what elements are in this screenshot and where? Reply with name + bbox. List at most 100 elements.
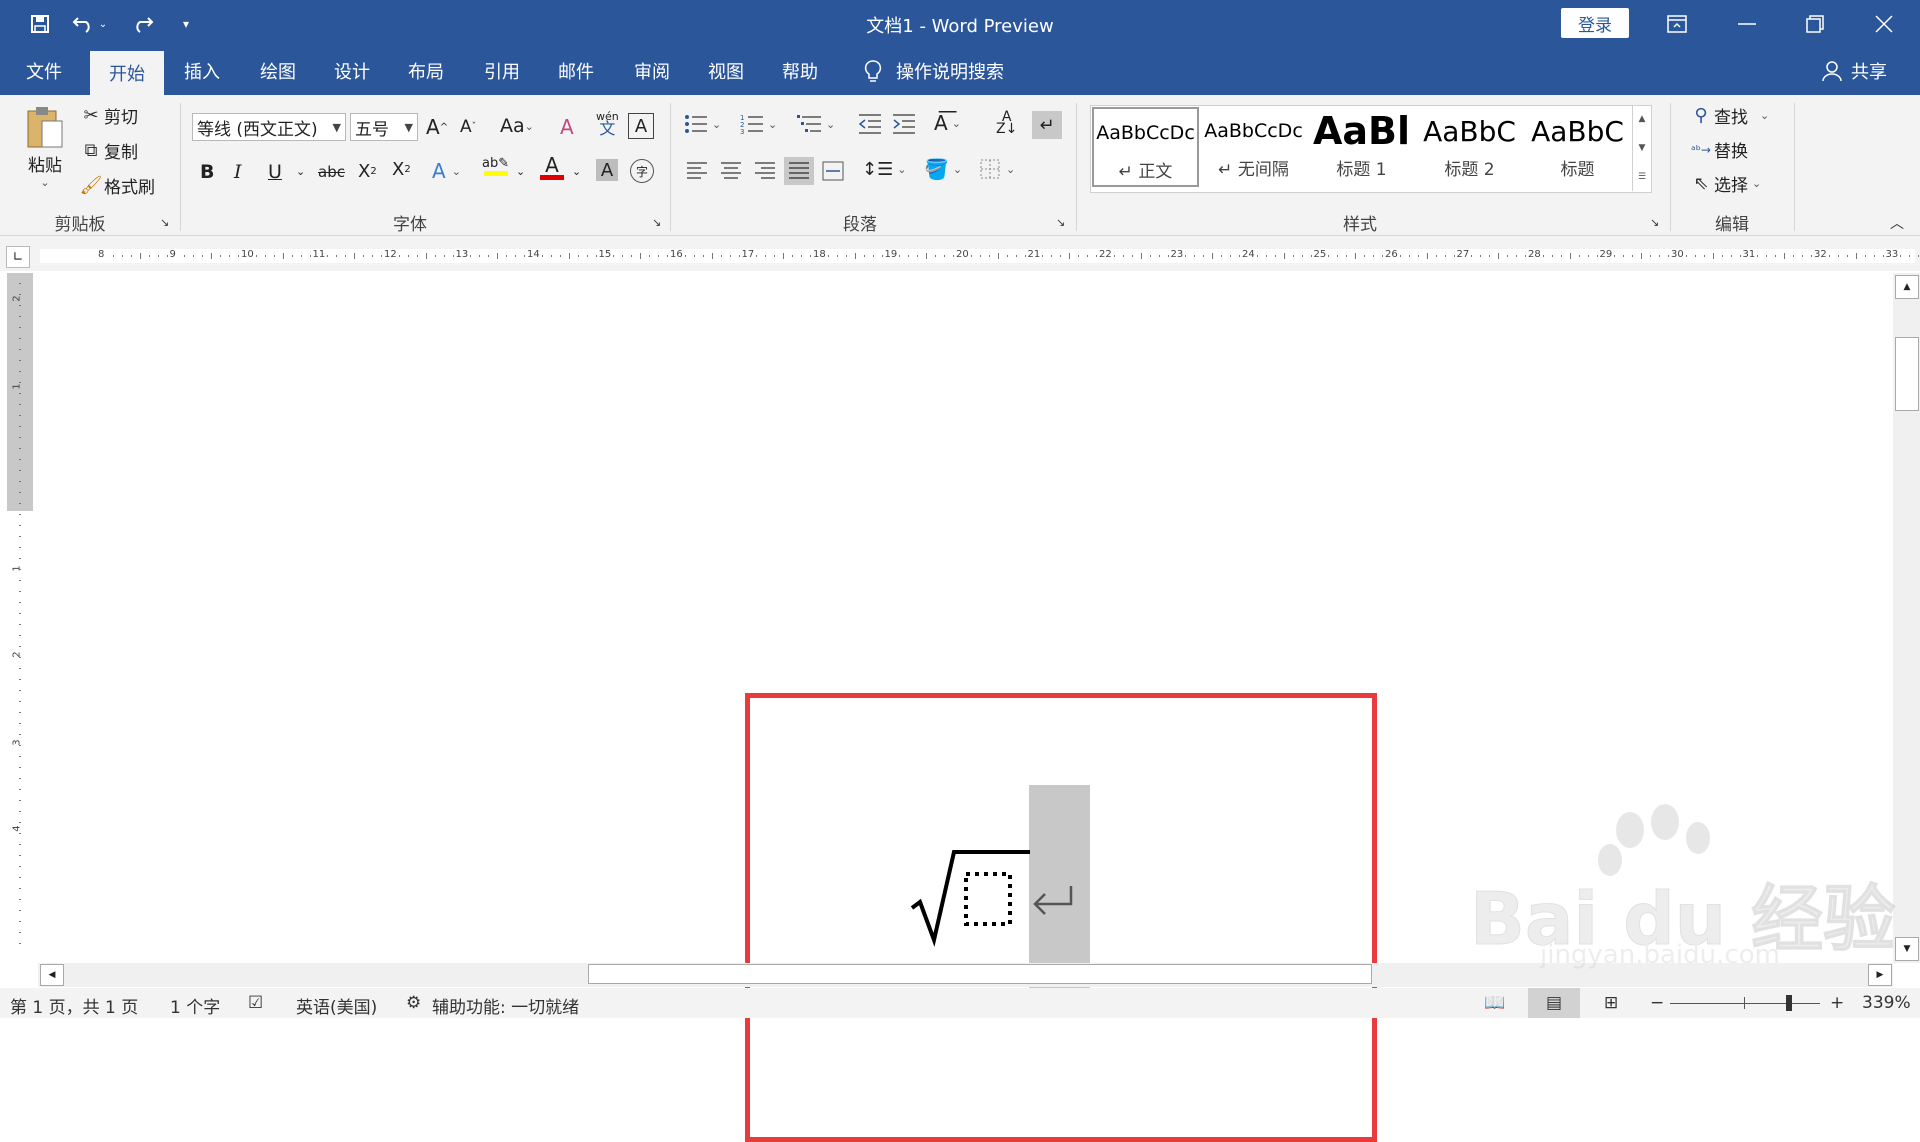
scroll-up-icon[interactable]: ▲ bbox=[1639, 114, 1646, 124]
print-layout-icon[interactable]: ▤ bbox=[1528, 988, 1580, 1018]
word-count[interactable]: 1 个字 bbox=[170, 993, 220, 1018]
format-painter-button[interactable]: 🖌 格式刷 bbox=[78, 173, 155, 198]
italic-icon[interactable]: I bbox=[234, 161, 242, 183]
tab-help[interactable]: 帮助 bbox=[764, 47, 836, 95]
strikethrough-icon[interactable]: abc bbox=[318, 163, 345, 181]
change-case-button[interactable]: Aa ⌄ bbox=[500, 115, 534, 137]
sort-icon[interactable]: A Z↓ bbox=[996, 110, 1017, 136]
align-center-icon[interactable] bbox=[720, 161, 742, 181]
phonetic-guide-icon[interactable]: wén 文 bbox=[596, 111, 619, 137]
login-button[interactable]: 登录 bbox=[1561, 8, 1629, 38]
zoom-out-icon[interactable]: − bbox=[1650, 993, 1664, 1013]
tab-insert[interactable]: 插入 bbox=[166, 47, 238, 95]
tell-me-search[interactable]: 操作说明搜索 bbox=[896, 47, 1026, 95]
vertical-ruler[interactable]: 2 1 1 2 3 4 bbox=[7, 273, 33, 963]
close-icon[interactable] bbox=[1850, 0, 1918, 47]
dialog-launcher-icon[interactable]: ↘ bbox=[1056, 216, 1065, 229]
scroll-down-icon[interactable]: ▼ bbox=[1895, 937, 1919, 961]
underline-icon[interactable]: U bbox=[268, 161, 282, 183]
styles-scroll[interactable]: ▲ ▼ ☰ bbox=[1632, 105, 1651, 191]
share-button[interactable]: 共享 bbox=[1848, 47, 1890, 95]
font-size-combo[interactable]: 五号 ▼ bbox=[350, 113, 418, 141]
find-button[interactable]: ⚲ 查找 ⌄ bbox=[1688, 103, 1769, 128]
read-mode-icon[interactable]: 📖 bbox=[1484, 993, 1505, 1013]
tab-references[interactable]: 引用 bbox=[466, 47, 538, 95]
zoom-slider-track[interactable] bbox=[1670, 1003, 1820, 1004]
shading-icon[interactable]: 🪣 ⌄ bbox=[924, 157, 962, 181]
align-left-icon[interactable] bbox=[686, 161, 708, 181]
character-border-icon[interactable]: A bbox=[628, 113, 654, 139]
vertical-scroll-thumb[interactable] bbox=[1895, 337, 1919, 411]
tab-draw[interactable]: 绘图 bbox=[242, 47, 314, 95]
asian-layout-icon[interactable]: A͞ ⌄ bbox=[934, 111, 961, 135]
dialog-launcher-icon[interactable]: ↘ bbox=[160, 216, 169, 229]
web-layout-icon[interactable]: ⊞ bbox=[1604, 993, 1618, 1013]
multilevel-list-icon[interactable]: ⌄ bbox=[796, 113, 835, 135]
highlight-color-icon[interactable]: ab✎ bbox=[482, 157, 509, 176]
bold-icon[interactable]: B bbox=[200, 161, 214, 183]
page-count[interactable]: 第 1 页，共 1 页 bbox=[10, 993, 138, 1018]
proofing-icon[interactable]: ☑ bbox=[248, 993, 263, 1013]
text-effects-icon[interactable]: A ⌄ bbox=[432, 159, 461, 183]
justify-icon[interactable] bbox=[784, 157, 814, 185]
dialog-launcher-icon[interactable]: ↘ bbox=[1650, 216, 1659, 229]
underline-dropdown-icon[interactable]: ⌄ bbox=[296, 165, 305, 178]
square-root-equation[interactable] bbox=[868, 828, 1098, 958]
zoom-level[interactable]: 339% bbox=[1862, 993, 1911, 1013]
paste-button[interactable]: 粘贴 ⌄ bbox=[20, 105, 70, 195]
style-title[interactable]: AaBbC 标题 bbox=[1524, 107, 1631, 187]
tab-design[interactable]: 设计 bbox=[316, 47, 388, 95]
font-color-dropdown-icon[interactable]: ⌄ bbox=[572, 165, 581, 178]
scroll-left-icon[interactable]: ◀ bbox=[40, 964, 64, 986]
style-no-spacing[interactable]: AaBbCcDc ↵ 无间隔 bbox=[1200, 107, 1307, 187]
line-spacing-icon[interactable]: ↕☰ ⌄ bbox=[862, 159, 906, 180]
collapse-ribbon-icon[interactable]: ︿ bbox=[1890, 213, 1904, 233]
tab-home[interactable]: 开始 bbox=[90, 51, 164, 95]
borders-icon[interactable]: ⌄ bbox=[980, 159, 1015, 179]
font-color-icon[interactable]: A bbox=[540, 155, 564, 180]
tab-selector-icon[interactable]: ∟ bbox=[6, 246, 30, 268]
subscript-icon[interactable]: X2 bbox=[358, 161, 377, 182]
show-formatting-marks-icon[interactable]: ↵ bbox=[1032, 111, 1062, 139]
tab-mailings[interactable]: 邮件 bbox=[540, 47, 612, 95]
grow-font-icon[interactable]: A ^ bbox=[426, 115, 448, 139]
numbering-icon[interactable]: 1 2 3 ⌄ bbox=[740, 113, 777, 135]
tab-layout[interactable]: 布局 bbox=[390, 47, 462, 95]
style-heading-2[interactable]: AaBbC 标题 2 bbox=[1416, 107, 1523, 187]
language-status[interactable]: 英语(美国) bbox=[296, 993, 377, 1018]
horizontal-scroll-thumb[interactable] bbox=[588, 964, 1372, 984]
zoom-slider-thumb[interactable] bbox=[1786, 995, 1792, 1011]
vertical-scrollbar[interactable]: ▲ ▼ bbox=[1893, 273, 1920, 963]
align-right-icon[interactable] bbox=[754, 161, 776, 181]
cut-button[interactable]: ✂ 剪切 bbox=[78, 103, 138, 128]
copy-button[interactable]: ⧉ 复制 bbox=[78, 138, 138, 163]
scroll-down-icon[interactable]: ▼ bbox=[1639, 143, 1646, 153]
scroll-right-icon[interactable]: ▶ bbox=[1868, 964, 1892, 986]
enclose-characters-icon[interactable]: 字 bbox=[630, 159, 654, 183]
style-normal[interactable]: AaBbCcDc ↵ 正文 bbox=[1092, 107, 1199, 187]
shrink-font-icon[interactable]: Aˇ bbox=[460, 117, 476, 137]
minimize-icon[interactable] bbox=[1713, 0, 1781, 47]
accessibility-status[interactable]: 辅助功能: 一切就绪 bbox=[432, 993, 579, 1018]
more-styles-icon[interactable]: ☰ bbox=[1638, 172, 1646, 182]
font-name-combo[interactable]: 等线 (西文正文) ▼ bbox=[192, 113, 346, 141]
highlight-dropdown-icon[interactable]: ⌄ bbox=[516, 165, 525, 178]
style-heading-1[interactable]: AaBl 标题 1 bbox=[1308, 107, 1415, 187]
horizontal-ruler[interactable]: 8 9 10 11 12 13 14 15 16 17 18 19 20 21 22 23 24 25 26 27 28… bbox=[40, 249, 1920, 263]
restore-icon[interactable] bbox=[1781, 0, 1849, 47]
replace-button[interactable]: ᵃᵇ→ 替换 bbox=[1688, 137, 1748, 162]
zoom-in-icon[interactable]: + bbox=[1830, 993, 1844, 1013]
bullets-icon[interactable]: ⌄ bbox=[684, 113, 721, 135]
scroll-up-icon[interactable]: ▲ bbox=[1895, 275, 1919, 299]
clear-formatting-icon[interactable]: A bbox=[560, 115, 574, 139]
superscript-icon[interactable]: X2 bbox=[392, 159, 411, 180]
character-shading-icon[interactable]: A bbox=[596, 159, 618, 181]
distributed-icon[interactable] bbox=[822, 161, 844, 181]
ribbon-display-options-icon[interactable] bbox=[1643, 0, 1711, 47]
increase-indent-icon[interactable] bbox=[892, 113, 916, 135]
dialog-launcher-icon[interactable]: ↘ bbox=[652, 216, 661, 229]
tab-file[interactable]: 文件 bbox=[8, 47, 80, 95]
tab-view[interactable]: 视图 bbox=[690, 47, 762, 95]
paste-dropdown-icon[interactable]: ⌄ bbox=[40, 176, 49, 189]
tab-review[interactable]: 审阅 bbox=[616, 47, 688, 95]
